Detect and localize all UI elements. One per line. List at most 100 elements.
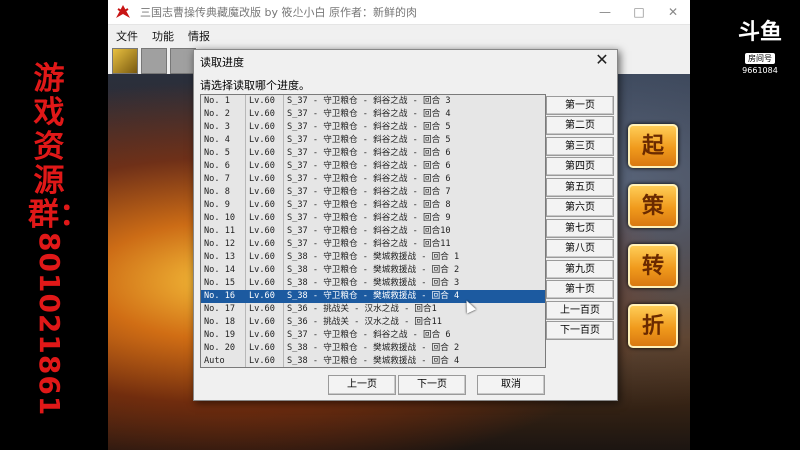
menu-file[interactable]: 文件 xyxy=(116,28,138,44)
room-id: 9661084 xyxy=(742,66,778,75)
slot-number: No. 13 xyxy=(204,252,236,262)
page-button-5[interactable]: 第五页 xyxy=(546,178,614,197)
slot-number: No. 11 xyxy=(204,226,236,236)
slot-description: S_37 - 守卫粮仓 - 斜谷之战 - 回合 5 xyxy=(287,135,451,145)
slot-level: Lv.60 xyxy=(249,187,275,197)
maximize-icon[interactable]: □ xyxy=(624,3,654,21)
slot-number: No. 6 xyxy=(204,161,230,171)
page-button-4[interactable]: 第四页 xyxy=(546,157,614,176)
save-slot-row[interactable]: No. 5 Lv.60 S_37 - 守卫粮仓 - 斜谷之战 - 回合 6 xyxy=(201,147,545,160)
slot-level: Lv.60 xyxy=(249,330,275,340)
slot-number: No. 9 xyxy=(204,200,230,210)
page-button-3[interactable]: 第三页 xyxy=(546,137,614,156)
save-slot-list[interactable]: No. 1 Lv.60 S_37 - 守卫粮仓 - 斜谷之战 - 回合 3 No. 2… xyxy=(200,94,546,368)
slot-level: Lv.60 xyxy=(249,161,275,171)
page-button-7[interactable]: 第七页 xyxy=(546,219,614,238)
slot-description: S_36 - 挑战关 - 汉水之战 - 回合1 xyxy=(287,304,437,314)
slot-description: S_38 - 守卫粮仓 - 樊城救援战 - 回合 2 xyxy=(287,265,460,275)
slot-level: Lv.60 xyxy=(249,122,275,132)
slot-level: Lv.60 xyxy=(249,304,275,314)
save-slot-row[interactable]: No. 11 Lv.60 S_37 - 守卫粮仓 - 斜谷之战 - 回合10 xyxy=(201,225,545,238)
save-slot-row[interactable]: No. 18 Lv.60 S_36 - 挑战关 - 汉水之战 - 回合11 xyxy=(201,316,545,329)
save-slot-row[interactable]: No. 8 Lv.60 S_37 - 守卫粮仓 - 斜谷之战 - 回合 7 xyxy=(201,186,545,199)
slot-description: S_37 - 守卫粮仓 - 斜谷之战 - 回合 3 xyxy=(287,96,451,106)
save-slot-row[interactable]: No. 12 Lv.60 S_37 - 守卫粮仓 - 斜谷之战 - 回合11 xyxy=(201,238,545,251)
slot-number: No. 10 xyxy=(204,213,236,223)
save-slot-row[interactable]: No. 10 Lv.60 S_37 - 守卫粮仓 - 斜谷之战 - 回合 9 xyxy=(201,212,545,225)
save-slot-row[interactable]: No. 15 Lv.60 S_38 - 守卫粮仓 - 樊城救援战 - 回合 3 xyxy=(201,277,545,290)
slot-number: No. 18 xyxy=(204,317,236,327)
save-slot-row[interactable]: No. 6 Lv.60 S_37 - 守卫粮仓 - 斜谷之战 - 回合 6 xyxy=(201,160,545,173)
menu-function[interactable]: 功能 xyxy=(152,28,174,44)
game-menu-button-4[interactable]: 折 xyxy=(628,304,678,348)
slot-level: Lv.60 xyxy=(249,343,275,353)
next-hundred-button[interactable]: 下一百页 xyxy=(546,321,614,340)
save-slot-row[interactable]: No. 17 Lv.60 S_36 - 挑战关 - 汉水之战 - 回合1 xyxy=(201,303,545,316)
page-button-6[interactable]: 第六页 xyxy=(546,198,614,217)
slot-number: No. 15 xyxy=(204,278,236,288)
load-progress-dialog: 读取进度 ✕ 请选择读取哪个进度。 No. 1 Lv.60 S_37 - 守卫粮仓 … xyxy=(193,49,618,401)
page-button-1[interactable]: 第一页 xyxy=(546,96,614,115)
slot-description: S_37 - 守卫粮仓 - 斜谷之战 - 回合11 xyxy=(287,239,451,249)
group-promo-number: 801021861 xyxy=(33,232,66,417)
slot-description: S_37 - 守卫粮仓 - 斜谷之战 - 回合 8 xyxy=(287,200,451,210)
slot-level: Lv.60 xyxy=(249,96,275,106)
slot-level: Lv.60 xyxy=(249,135,275,145)
save-slot-row[interactable]: No. 3 Lv.60 S_37 - 守卫粮仓 - 斜谷之战 - 回合 5 xyxy=(201,121,545,134)
slot-number: No. 7 xyxy=(204,174,230,184)
slot-description: S_37 - 守卫粮仓 - 斜谷之战 - 回合 4 xyxy=(287,109,451,119)
cancel-button[interactable]: 取消 xyxy=(477,375,545,395)
save-slot-row[interactable]: Auto Lv.60 S_38 - 守卫粮仓 - 樊城救援战 - 回合 4 xyxy=(201,355,545,367)
next-page-button[interactable]: 下一页 xyxy=(398,375,466,395)
page-button-10[interactable]: 第十页 xyxy=(546,280,614,299)
room-tag: 房间号 xyxy=(745,53,775,64)
slot-number: No. 17 xyxy=(204,304,236,314)
menu-info[interactable]: 情报 xyxy=(188,28,210,44)
page-button-9[interactable]: 第九页 xyxy=(546,260,614,279)
game-menu-button-1[interactable]: 起 xyxy=(628,124,678,168)
slot-number: No. 4 xyxy=(204,135,230,145)
prev-hundred-button[interactable]: 上一百页 xyxy=(546,301,614,320)
slot-description: S_37 - 守卫粮仓 - 斜谷之战 - 回合 9 xyxy=(287,213,451,223)
slot-description: S_38 - 守卫粮仓 - 樊城救援战 - 回合 4 xyxy=(287,291,460,301)
close-icon[interactable]: ✕ xyxy=(658,3,688,21)
save-slot-row[interactable]: No. 2 Lv.60 S_37 - 守卫粮仓 - 斜谷之战 - 回合 4 xyxy=(201,108,545,121)
minimize-icon[interactable]: — xyxy=(590,3,620,21)
slot-description: S_38 - 守卫粮仓 - 樊城救援战 - 回合 4 xyxy=(287,356,460,366)
toolbar-portrait-icon[interactable] xyxy=(112,48,138,74)
title-bar[interactable]: 三国志曹操传典藏魔改版 by 筱尐小白 原作者：新鲜的肉 — □ ✕ xyxy=(108,0,690,25)
save-slot-row[interactable]: No. 20 Lv.60 S_38 - 守卫粮仓 - 樊城救援战 - 回合 2 xyxy=(201,342,545,355)
slot-level: Lv.60 xyxy=(249,213,275,223)
save-slot-row[interactable]: No. 14 Lv.60 S_38 - 守卫粮仓 - 樊城救援战 - 回合 2 xyxy=(201,264,545,277)
slot-level: Lv.60 xyxy=(249,148,275,158)
slot-number: No. 5 xyxy=(204,148,230,158)
slot-description: S_36 - 挑战关 - 汉水之战 - 回合11 xyxy=(287,317,442,327)
slot-number: No. 2 xyxy=(204,109,230,119)
game-menu-button-3[interactable]: 转 xyxy=(628,244,678,288)
game-menu-button-2[interactable]: 策 xyxy=(628,184,678,228)
save-slot-row[interactable]: No. 7 Lv.60 S_37 - 守卫粮仓 - 斜谷之战 - 回合 6 xyxy=(201,173,545,186)
slot-level: Lv.60 xyxy=(249,200,275,210)
slot-level: Lv.60 xyxy=(249,265,275,275)
slot-number: No. 12 xyxy=(204,239,236,249)
slot-description: S_37 - 守卫粮仓 - 斜谷之战 - 回合10 xyxy=(287,226,451,236)
save-slot-row[interactable]: No. 1 Lv.60 S_37 - 守卫粮仓 - 斜谷之战 - 回合 3 xyxy=(201,95,545,108)
slot-number: No. 8 xyxy=(204,187,230,197)
slot-description: S_38 - 守卫粮仓 - 樊城救援战 - 回合 1 xyxy=(287,252,460,262)
save-slot-row[interactable]: No. 9 Lv.60 S_37 - 守卫粮仓 - 斜谷之战 - 回合 8 xyxy=(201,199,545,212)
save-slot-row[interactable]: No. 13 Lv.60 S_38 - 守卫粮仓 - 樊城救援战 - 回合 1 xyxy=(201,251,545,264)
save-slot-row[interactable]: No. 19 Lv.60 S_37 - 守卫粮仓 - 斜谷之战 - 回合 6 xyxy=(201,329,545,342)
save-slot-row[interactable]: No. 16 Lv.60 S_38 - 守卫粮仓 - 樊城救援战 - 回合 4 xyxy=(201,290,545,303)
slot-description: S_37 - 守卫粮仓 - 斜谷之战 - 回合 6 xyxy=(287,148,451,158)
toolbar-button-2[interactable] xyxy=(141,48,167,74)
page-button-8[interactable]: 第八页 xyxy=(546,239,614,258)
menu-bar: 文件 功能 情报 xyxy=(108,25,690,45)
window-title: 三国志曹操传典藏魔改版 by 筱尐小白 原作者：新鲜的肉 xyxy=(140,6,417,19)
prev-page-button[interactable]: 上一页 xyxy=(328,375,396,395)
slot-number: No. 16 xyxy=(204,291,236,301)
dialog-close-icon[interactable]: ✕ xyxy=(593,51,611,69)
group-promo-label: 游戏资源群： xyxy=(28,61,90,233)
slot-description: S_37 - 守卫粮仓 - 斜谷之战 - 回合 6 xyxy=(287,330,451,340)
save-slot-row[interactable]: No. 4 Lv.60 S_37 - 守卫粮仓 - 斜谷之战 - 回合 5 xyxy=(201,134,545,147)
page-button-2[interactable]: 第二页 xyxy=(546,116,614,135)
